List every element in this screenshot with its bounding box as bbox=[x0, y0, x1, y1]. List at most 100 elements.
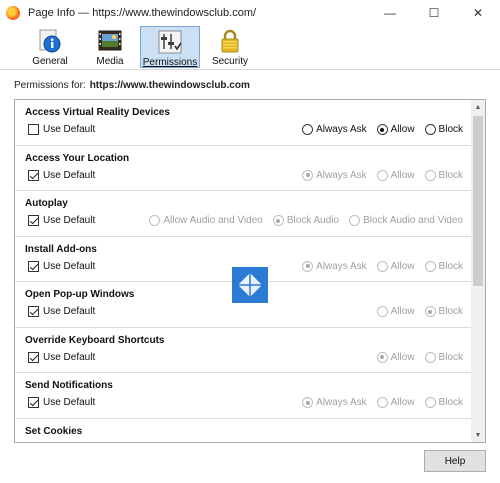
checkbox-box[interactable] bbox=[28, 169, 39, 181]
tab-media[interactable]: Media bbox=[80, 26, 140, 68]
use-default-checkbox[interactable]: Use Default bbox=[28, 169, 96, 181]
use-default-label: Use Default bbox=[43, 397, 96, 408]
radio-dot[interactable] bbox=[424, 169, 436, 181]
firefox-icon bbox=[6, 6, 20, 20]
checkbox-box[interactable] bbox=[28, 351, 39, 363]
radio-dot[interactable] bbox=[424, 306, 436, 317]
radio-label: Block bbox=[438, 124, 463, 135]
radio-option[interactable]: Block Audio bbox=[272, 215, 339, 226]
use-default-label: Use Default bbox=[43, 169, 96, 181]
checkbox-box[interactable] bbox=[28, 260, 39, 272]
radio-dot[interactable] bbox=[349, 215, 361, 226]
radio-dot[interactable] bbox=[376, 351, 388, 363]
radio-option[interactable]: Block Audio and Video bbox=[349, 215, 463, 226]
radio-option[interactable]: Allow bbox=[376, 124, 415, 135]
use-default-checkbox[interactable]: Use Default bbox=[28, 351, 95, 363]
radio-option[interactable]: Block bbox=[424, 169, 463, 181]
tab-media-label: Media bbox=[96, 56, 124, 67]
radio-label: Always Ask bbox=[316, 124, 367, 135]
radio-dot[interactable] bbox=[302, 169, 314, 181]
minimize-button[interactable]: — bbox=[368, 0, 412, 26]
radio-dot[interactable] bbox=[272, 215, 284, 226]
radio-option[interactable]: Allow bbox=[376, 306, 415, 317]
radio-option[interactable]: Allow bbox=[376, 169, 415, 181]
radio-label: Allow bbox=[390, 351, 415, 363]
permissions-site: https://www.thewindowsclub.com bbox=[89, 80, 250, 91]
radio-option[interactable]: Block bbox=[424, 124, 463, 135]
radio-label: Allow bbox=[390, 169, 415, 181]
use-default-checkbox[interactable]: Use Default bbox=[28, 215, 95, 226]
checkbox-box[interactable] bbox=[28, 215, 39, 226]
tab-security[interactable]: Security bbox=[200, 26, 260, 68]
radio-label: Allow bbox=[390, 124, 415, 135]
scroll-down-icon[interactable]: ▼ bbox=[471, 428, 485, 442]
radio-dot[interactable] bbox=[376, 306, 388, 317]
radio-option[interactable]: Always Ask bbox=[302, 169, 367, 181]
radio-dot[interactable] bbox=[424, 260, 436, 272]
help-button[interactable]: Help bbox=[424, 450, 486, 472]
radio-option[interactable]: Allow bbox=[376, 260, 415, 272]
maximize-button[interactable]: ☐ bbox=[412, 0, 456, 26]
scroll-up-icon[interactable]: ▲ bbox=[471, 100, 485, 114]
permission-row: Access Virtual Reality Devices Use Defaul… bbox=[15, 100, 471, 146]
radio-dot[interactable] bbox=[376, 124, 388, 135]
radio-option[interactable]: Always Ask bbox=[302, 397, 367, 408]
permissions-for: Permissions for: https://www.thewindowscl… bbox=[14, 80, 250, 91]
permission-controls: Use Default Allow Block bbox=[25, 351, 463, 366]
radio-dot[interactable] bbox=[302, 260, 314, 272]
windows-logo-watermark bbox=[232, 267, 268, 303]
radio-dot[interactable] bbox=[302, 397, 314, 408]
title-bar: Page Info — https://www.thewindowsclub.c… bbox=[0, 0, 500, 26]
tab-permissions-label: Permissions bbox=[142, 57, 198, 68]
use-default-label: Use Default bbox=[43, 260, 96, 272]
permission-options: Allow Audio and Video Block Audio Block Au… bbox=[139, 215, 463, 226]
radio-option[interactable]: Always Ask bbox=[302, 260, 367, 272]
tab-security-label: Security bbox=[211, 56, 249, 67]
permission-controls: Use Default Allow Audio and Video Block Au… bbox=[25, 215, 463, 229]
radio-dot[interactable] bbox=[424, 124, 436, 135]
radio-dot[interactable] bbox=[424, 397, 436, 408]
radio-option[interactable]: Allow Audio and Video bbox=[149, 215, 263, 226]
radio-dot[interactable] bbox=[376, 169, 388, 181]
radio-dot[interactable] bbox=[376, 260, 388, 272]
scroll-thumb[interactable] bbox=[473, 116, 483, 286]
window-title: Page Info — https://www.thewindowsclub.c… bbox=[28, 7, 257, 19]
radio-label: Block bbox=[438, 306, 463, 317]
radio-option[interactable]: Block bbox=[424, 306, 463, 317]
media-icon bbox=[97, 28, 123, 54]
radio-option[interactable]: Block bbox=[424, 351, 463, 363]
scrollbar[interactable]: ▲ ▼ bbox=[471, 100, 485, 442]
permission-row: Set Cookies bbox=[15, 419, 471, 443]
permission-title: Open Pop-up Windows bbox=[25, 289, 135, 300]
radio-option[interactable]: Allow bbox=[376, 351, 415, 363]
use-default-checkbox[interactable]: Use Default bbox=[28, 124, 95, 135]
checkbox-box[interactable] bbox=[28, 397, 39, 408]
radio-option[interactable]: Block bbox=[424, 260, 463, 272]
permission-title: Access Your Location bbox=[25, 152, 130, 164]
checkbox-box[interactable] bbox=[28, 124, 39, 135]
permissions-for-label: Permissions for: bbox=[14, 80, 86, 91]
radio-dot[interactable] bbox=[424, 351, 436, 363]
checkbox-box[interactable] bbox=[28, 306, 39, 317]
use-default-checkbox[interactable]: Use Default bbox=[28, 260, 96, 272]
radio-option[interactable]: Allow bbox=[376, 397, 415, 408]
radio-dot[interactable] bbox=[149, 215, 161, 226]
permission-title: Autoplay bbox=[25, 198, 68, 209]
permission-title: Send Notifications bbox=[25, 380, 113, 391]
radio-dot[interactable] bbox=[302, 124, 314, 135]
radio-option[interactable]: Always Ask bbox=[302, 124, 367, 135]
use-default-checkbox[interactable]: Use Default bbox=[28, 306, 95, 317]
radio-label: Always Ask bbox=[316, 260, 367, 272]
use-default-checkbox[interactable]: Use Default bbox=[28, 397, 95, 408]
radio-option[interactable]: Block bbox=[424, 397, 463, 408]
radio-label: Block bbox=[438, 351, 463, 363]
tab-general[interactable]: General bbox=[20, 26, 80, 68]
radio-label: Block bbox=[438, 397, 463, 408]
close-button[interactable]: ✕ bbox=[456, 0, 500, 26]
radio-dot[interactable] bbox=[376, 397, 388, 408]
permission-row: Override Keyboard Shortcuts Use Default Al… bbox=[15, 328, 471, 373]
radio-label: Allow bbox=[390, 306, 415, 317]
permissions-icon bbox=[157, 29, 183, 55]
tab-permissions[interactable]: Permissions bbox=[140, 26, 200, 68]
radio-label: Always Ask bbox=[316, 397, 367, 408]
